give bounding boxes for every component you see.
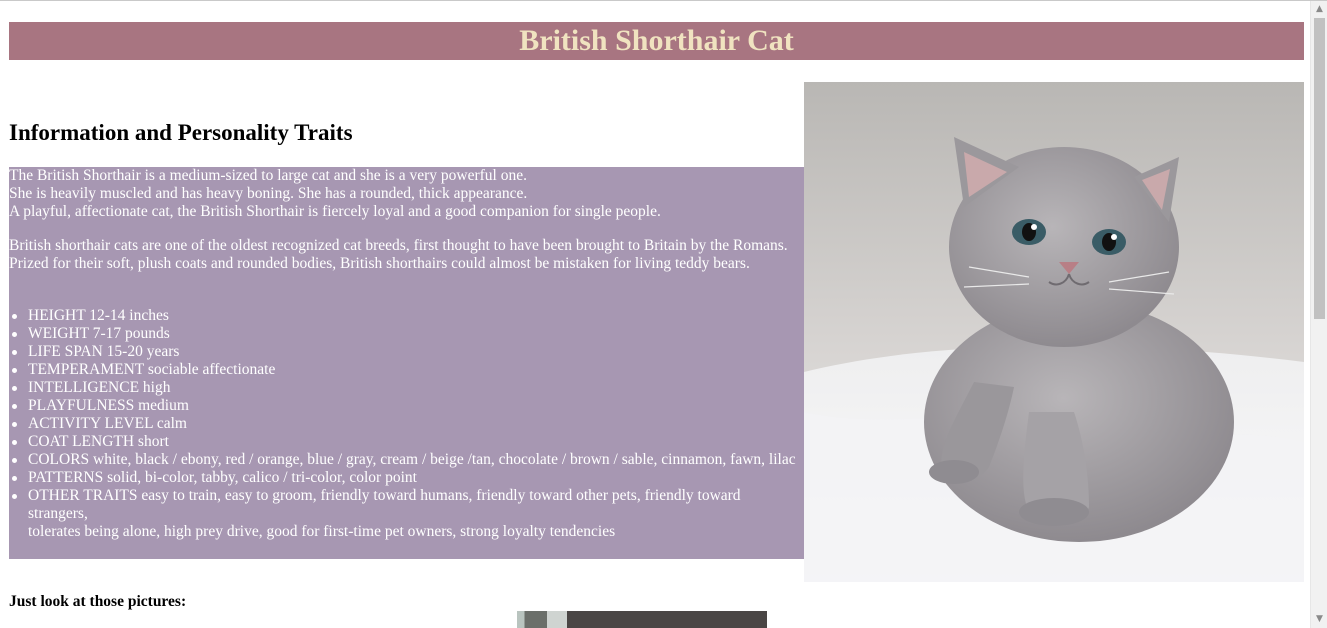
list-item: HEIGHT 12-14 inches xyxy=(9,307,799,325)
list-item: ACTIVITY LEVEL calm xyxy=(9,415,799,433)
list-item: LIFE SPAN 15-20 years xyxy=(9,343,799,361)
traits-list: HEIGHT 12-14 inches WEIGHT 7-17 pounds L… xyxy=(9,307,799,541)
scroll-down-arrow-icon[interactable]: ▼ xyxy=(1311,611,1327,628)
intro-paragraph: The British Shorthair is a medium-sized … xyxy=(9,167,799,221)
scroll-up-arrow-icon[interactable]: ▲ xyxy=(1311,1,1327,18)
kitten-illustration xyxy=(804,82,1304,582)
list-item-text: OTHER TRAITS easy to train, easy to groo… xyxy=(28,487,741,522)
page: British Shorthair Cat Information and Pe… xyxy=(0,1,1310,628)
list-item: TEMPERAMENT sociable affectionate xyxy=(9,361,799,379)
intro-line: She is heavily muscled and has heavy bon… xyxy=(9,185,528,202)
intro-line: The British Shorthair is a medium-sized … xyxy=(9,167,527,184)
vertical-scrollbar[interactable]: ▲ ▼ xyxy=(1310,1,1327,628)
intro-line: A playful, affectionate cat, the British… xyxy=(9,203,661,220)
info-box: The British Shorthair is a medium-sized … xyxy=(9,167,804,559)
list-item-text: tolerates being alone, high prey drive, … xyxy=(28,523,616,540)
pictures-label: Just look at those pictures: xyxy=(9,593,187,610)
scrollbar-thumb[interactable] xyxy=(1314,18,1325,319)
page-title-banner: British Shorthair Cat xyxy=(9,22,1304,60)
history-paragraph: British shorthair cats are one of the ol… xyxy=(9,237,799,273)
list-item: WEIGHT 7-17 pounds xyxy=(9,325,799,343)
list-item: OTHER TRAITS easy to train, easy to groo… xyxy=(9,487,799,541)
list-item: PLAYFULNESS medium xyxy=(9,397,799,415)
page-title: British Shorthair Cat xyxy=(519,24,794,57)
list-item: INTELLIGENCE high xyxy=(9,379,799,397)
history-line: British shorthair cats are one of the ol… xyxy=(9,237,788,254)
list-item: PATTERNS solid, bi-color, tabby, calico … xyxy=(9,469,799,487)
cat-photo xyxy=(804,82,1304,582)
list-item: COLORS white, black / ebony, red / orang… xyxy=(9,451,799,469)
list-item: COAT LENGTH short xyxy=(9,433,799,451)
section-heading: Information and Personality Traits xyxy=(9,120,353,145)
cat-thumbnail-image xyxy=(517,611,767,628)
history-line: Prized for their soft, plush coats and r… xyxy=(9,255,750,272)
